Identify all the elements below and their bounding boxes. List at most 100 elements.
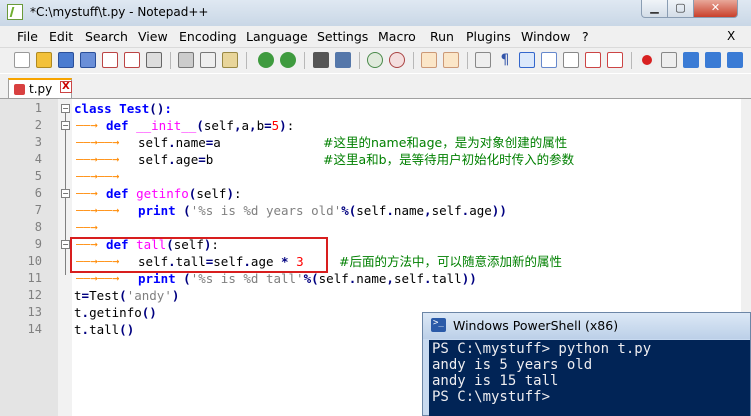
- menu-help[interactable]: ?: [582, 29, 589, 44]
- find-icon[interactable]: [313, 52, 329, 68]
- powershell-console[interactable]: PS C:\mystuff> python t.py andy is 5 yea…: [429, 340, 750, 416]
- indent-guide: ——→——→: [76, 203, 120, 217]
- menu-view[interactable]: View: [138, 29, 168, 44]
- menu-file[interactable]: File: [17, 29, 38, 44]
- show-all-characters-icon[interactable]: ¶: [497, 52, 513, 68]
- powershell-window[interactable]: Windows PowerShell (x86) PS C:\mystuff> …: [422, 312, 751, 416]
- menu-settings[interactable]: Settings: [317, 29, 368, 44]
- code-line-13: t.getinfo(): [74, 305, 157, 320]
- close-document-button[interactable]: X: [727, 29, 735, 43]
- code-line-4: self.age=b: [138, 152, 214, 167]
- toolbar: ¶: [0, 48, 751, 73]
- menu-macro[interactable]: Macro: [378, 29, 416, 44]
- toolbar-separator: [631, 52, 632, 69]
- console-line: andy is 15 tall: [432, 373, 559, 389]
- line-number: 14: [27, 322, 42, 336]
- fold-toggle-init[interactable]: −: [61, 121, 70, 130]
- line-number: 1: [34, 101, 42, 115]
- console-line: PS C:\mystuff> python t.py: [432, 341, 652, 357]
- copy-icon[interactable]: [200, 52, 216, 68]
- menu-language[interactable]: Language: [246, 29, 308, 44]
- menu-encoding[interactable]: Encoding: [179, 29, 237, 44]
- open-file-icon[interactable]: [36, 52, 52, 68]
- save-icon[interactable]: [58, 52, 74, 68]
- menu-window[interactable]: Window: [521, 29, 570, 44]
- folder-as-workspace-icon[interactable]: [607, 52, 623, 68]
- line-number: 3: [34, 135, 42, 149]
- unsaved-file-icon: [14, 84, 25, 95]
- menu-search[interactable]: Search: [85, 29, 128, 44]
- maximize-button[interactable]: ▢: [667, 0, 694, 18]
- line-number-gutter: 1 2 3 4 5 6 7 8 9 10 11 12 13 14: [0, 99, 58, 416]
- tab-t-py[interactable]: t.py X: [8, 78, 72, 98]
- paste-icon[interactable]: [222, 52, 238, 68]
- run-macro-multiple-icon[interactable]: [705, 52, 721, 68]
- fold-toggle-tall[interactable]: −: [61, 240, 70, 249]
- powershell-title-bar[interactable]: Windows PowerShell (x86): [423, 313, 750, 339]
- line-number: 6: [34, 186, 42, 200]
- zoom-out-icon[interactable]: [389, 52, 405, 68]
- line-number: 9: [34, 237, 42, 251]
- code-line-7: print ('%s is %d years old'%(self.name,s…: [138, 203, 507, 218]
- sync-horizontal-icon[interactable]: [443, 52, 459, 68]
- tab-label: t.py: [29, 82, 53, 96]
- code-comment-10: #后面的方法中，可以随意添加新的属性: [339, 254, 562, 269]
- new-file-icon[interactable]: [14, 52, 30, 68]
- close-file-icon[interactable]: [102, 52, 118, 68]
- indent-guide: ——→: [76, 186, 98, 200]
- menu-bar: File Edit Search View Encoding Language …: [0, 26, 751, 48]
- code-line-3: self.name=a: [138, 135, 221, 150]
- save-all-icon[interactable]: [80, 52, 96, 68]
- toolbar-separator: [413, 52, 414, 69]
- menu-edit[interactable]: Edit: [49, 29, 73, 44]
- menu-run[interactable]: Run: [430, 29, 454, 44]
- line-number: 13: [27, 305, 42, 319]
- code-line-12: t=Test('andy'): [74, 288, 180, 303]
- document-map-icon[interactable]: [563, 52, 579, 68]
- indent-guide: ——→——→: [76, 152, 120, 166]
- indent-guide: ——→: [76, 118, 98, 132]
- title-bar[interactable]: *C:\mystuff\t.py - Notepad++ ▁ ▢ ✕: [0, 0, 751, 26]
- code-comment-4: #这里a和b，是等待用户初始化时传入的参数: [323, 152, 575, 167]
- code-line-1: class Test():: [74, 101, 172, 116]
- code-line-2: def __init__(self,a,b=5):: [106, 118, 295, 133]
- stop-recording-icon[interactable]: [661, 52, 677, 68]
- indent-guide-icon[interactable]: [519, 52, 535, 68]
- line-number: 11: [27, 271, 42, 285]
- minimize-button[interactable]: ▁: [641, 0, 668, 18]
- toolbar-separator: [170, 52, 171, 69]
- function-list-icon[interactable]: [585, 52, 601, 68]
- redo-icon[interactable]: [280, 52, 296, 68]
- playback-macro-icon[interactable]: [683, 52, 699, 68]
- replace-icon[interactable]: [335, 52, 351, 68]
- console-line: andy is 5 years old: [432, 357, 593, 373]
- toolbar-separator: [467, 52, 468, 69]
- fold-toggle-getinfo[interactable]: −: [61, 189, 70, 198]
- console-line: PS C:\mystuff>: [432, 389, 551, 405]
- tab-close-icon[interactable]: X: [60, 81, 72, 93]
- tab-strip: t.py X: [0, 74, 751, 99]
- line-number: 7: [34, 203, 42, 217]
- user-language-icon[interactable]: [541, 52, 557, 68]
- print-icon[interactable]: [146, 52, 162, 68]
- close-all-icon[interactable]: [124, 52, 140, 68]
- code-line-14: t.tall(): [74, 322, 135, 337]
- close-window-button[interactable]: ✕: [693, 0, 738, 18]
- cut-icon[interactable]: [178, 52, 194, 68]
- toolbar-separator: [359, 52, 360, 69]
- code-comment-3: #这里的name和age，是为对象创建的属性: [323, 135, 568, 150]
- line-number: 2: [34, 118, 42, 132]
- powershell-title: Windows PowerShell (x86): [453, 318, 619, 333]
- annotation-highlight-box: [70, 237, 328, 273]
- line-number: 12: [27, 288, 42, 302]
- menu-plugins[interactable]: Plugins: [466, 29, 511, 44]
- undo-icon[interactable]: [258, 52, 274, 68]
- zoom-in-icon[interactable]: [367, 52, 383, 68]
- record-macro-icon[interactable]: [639, 52, 655, 68]
- fold-toggle-class[interactable]: −: [61, 104, 70, 113]
- sync-vertical-icon[interactable]: [421, 52, 437, 68]
- save-macro-icon[interactable]: [727, 52, 743, 68]
- line-number: 10: [27, 254, 42, 268]
- word-wrap-icon[interactable]: [475, 52, 491, 68]
- indent-guide: ——→——→: [76, 169, 120, 183]
